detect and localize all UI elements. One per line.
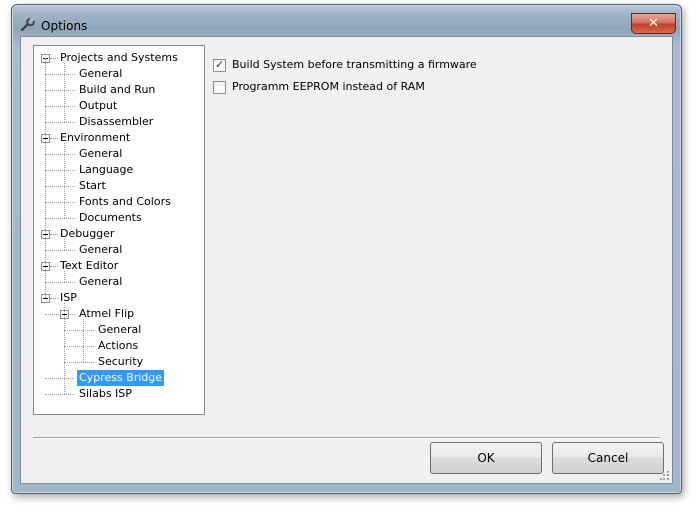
close-icon: ✕ — [648, 16, 659, 31]
tree-connector — [50, 298, 58, 299]
tree-connector — [45, 378, 75, 379]
tree-item[interactable]: Fonts and Colors — [77, 194, 173, 210]
tree-connector — [64, 143, 65, 218]
tree-item[interactable]: Output — [77, 98, 119, 114]
option-checkbox[interactable] — [213, 81, 226, 94]
window-title: Options — [41, 19, 88, 33]
options-tree[interactable]: Projects and Systems General Build and Run… — [33, 45, 205, 415]
tree-item[interactable]: Actions — [96, 338, 140, 354]
tree-connector — [50, 58, 58, 59]
title-bar[interactable]: Options ✕ — [12, 5, 681, 39]
tree-connector — [45, 202, 75, 203]
options-window: Options ✕ Projects and Systems General Bui… — [11, 4, 682, 494]
tree-connector — [50, 234, 58, 235]
tree-item[interactable]: General — [77, 66, 124, 82]
tree-connector — [45, 58, 46, 298]
wrench-icon — [20, 17, 35, 32]
tree-item[interactable]: Atmel Flip — [77, 306, 136, 322]
checkmark-icon: ✓ — [215, 58, 225, 71]
tree-connector — [45, 218, 75, 219]
tree-connector — [50, 138, 58, 139]
tree-item[interactable]: Text Editor — [58, 258, 120, 274]
tree-connector — [45, 154, 75, 155]
ok-button[interactable]: OK — [430, 442, 542, 474]
tree-connector — [45, 74, 75, 75]
tree-item[interactable]: Security — [96, 354, 145, 370]
tree-connector — [45, 90, 75, 91]
tree-connector — [64, 330, 94, 331]
tree-item[interactable]: Projects and Systems — [58, 50, 180, 66]
tree-connector — [45, 394, 75, 395]
tree-connector — [45, 282, 75, 283]
tree-item[interactable]: Environment — [58, 130, 132, 146]
tree-item[interactable]: Start — [77, 178, 108, 194]
tree-connector — [45, 186, 75, 187]
tree-item[interactable]: Silabs ISP — [77, 386, 134, 402]
tree-connector — [45, 122, 75, 123]
separator — [33, 437, 660, 439]
tree-item[interactable]: Cypress Bridge — [77, 370, 165, 386]
tree-item[interactable]: General — [77, 146, 124, 162]
tree-connector — [45, 250, 75, 251]
tree-item[interactable]: Language — [77, 162, 135, 178]
resize-grip-icon[interactable] — [660, 471, 670, 481]
tree-item[interactable]: General — [77, 242, 124, 258]
tree-connector — [83, 319, 84, 362]
option-label[interactable]: Build System before transmitting a firmw… — [232, 58, 477, 71]
cancel-button[interactable]: Cancel — [552, 442, 664, 474]
tree-connector — [64, 303, 65, 394]
tree-connector — [64, 239, 65, 250]
tree-item[interactable]: General — [77, 274, 124, 290]
tree-connector — [64, 346, 94, 347]
tree-connector — [64, 63, 65, 122]
tree-item[interactable]: Debugger — [58, 226, 116, 242]
tree-connector — [45, 170, 75, 171]
option-label[interactable]: Programm EEPROM instead of RAM — [232, 80, 425, 93]
tree-connector — [64, 271, 65, 282]
option-checkbox[interactable]: ✓ — [213, 58, 226, 72]
tree-connector — [64, 362, 94, 363]
tree-item[interactable]: General — [96, 322, 143, 338]
tree-item[interactable]: ISP — [58, 290, 79, 306]
tree-item[interactable]: Documents — [77, 210, 144, 226]
close-button[interactable]: ✕ — [631, 13, 676, 34]
dialog-body: Projects and Systems General Build and Run… — [20, 36, 673, 484]
tree-connector — [45, 106, 75, 107]
tree-item[interactable]: Build and Run — [77, 82, 157, 98]
tree-connector — [50, 266, 58, 267]
tree-item[interactable]: Disassembler — [77, 114, 155, 130]
